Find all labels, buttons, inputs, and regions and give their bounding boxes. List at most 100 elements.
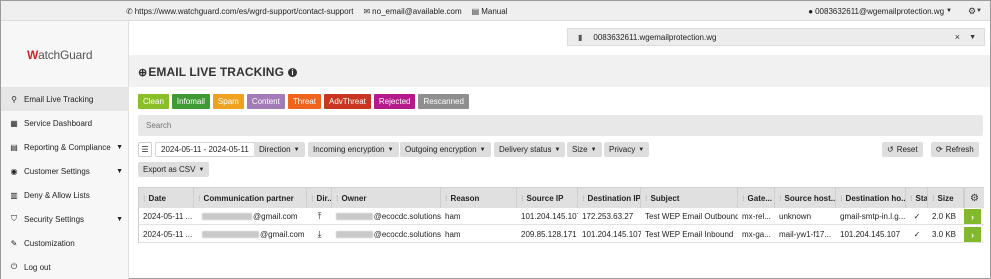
sidebar-item-reporting-compliance[interactable]: ▤ Reporting & Compliance ▼ [1, 135, 129, 159]
filter-rejected[interactable]: Rejected [373, 94, 416, 109]
cell-partner: @gmail.com [194, 226, 307, 243]
search-icon: ⊕ [138, 66, 148, 79]
refresh-button[interactable]: ⟳ Refresh [931, 142, 979, 157]
sidebar-item-label: Customization [24, 238, 75, 248]
filter-rescanned[interactable]: Rescanned [418, 94, 469, 109]
drag-handle-icon[interactable]: ⁝ [932, 194, 935, 203]
caret-down-icon: ▼ [198, 166, 205, 173]
user-icon: ▮ [578, 32, 583, 42]
drag-handle-icon[interactable]: ⁝ [779, 194, 782, 203]
direction-dropdown[interactable]: Direction ▼ [254, 142, 305, 157]
column-header-1[interactable]: ⁝ Communication partner [194, 188, 307, 209]
column-header-5[interactable]: ⁝ Source IP [517, 188, 578, 209]
clear-icon[interactable]: × [955, 32, 960, 42]
cell-source-ip: 101.204.145.107 [521, 212, 578, 221]
download-icon: ⤓ [317, 229, 322, 239]
drag-handle-icon[interactable]: ⁝ [840, 194, 843, 203]
info-icon[interactable]: i [288, 67, 298, 77]
column-header-0[interactable]: ⁝ Date [139, 188, 194, 209]
cell-subject: Test WEP Email Inbound [645, 230, 734, 239]
redacted-text [202, 231, 259, 238]
drag-handle-icon[interactable]: ⁝ [521, 194, 524, 203]
column-header-6[interactable]: ⁝ Destination IP [578, 188, 641, 209]
size-dropdown[interactable]: Size ▼ [567, 142, 602, 157]
gear-icon[interactable]: ⚙ [968, 6, 976, 17]
cell-source-host: unknown [779, 212, 812, 221]
email-link[interactable]: ✉ no_email@available.com [363, 7, 461, 16]
envelope-icon: ✉ [363, 6, 371, 16]
list-view-button[interactable]: ☰ [138, 142, 152, 157]
sidebar-item-customer-settings[interactable]: ◉ Customer Settings ▼ [1, 159, 129, 183]
sidebar: WatchGuard ⚲ Email Live Tracking ▦ Service … [1, 21, 129, 279]
column-header-3[interactable]: ⁝ Owner [332, 188, 441, 209]
caret-down-icon: ▼ [590, 146, 597, 153]
row-open-button[interactable]: › [964, 227, 981, 242]
incoming-encryption-dropdown[interactable]: Incoming encryption ▼ [308, 142, 399, 157]
column-header-10[interactable]: ⁝ Destination ho... [836, 188, 906, 209]
redacted-text [202, 213, 252, 220]
column-header-12[interactable]: ⁝ Size [928, 188, 964, 209]
shield-icon: ⛉ [11, 214, 17, 223]
table-row[interactable]: 2024-05-11 ... @gmail.com ⤒ @ecocdc.solutio… [139, 208, 984, 225]
date-range-picker[interactable]: 2024-05-11 - 2024-05-11 [155, 142, 255, 157]
tenant-selector[interactable]: ▮ 0083632611.wgemailprotection.wg × ▼ [567, 28, 985, 46]
caret-down-icon: ▼ [638, 146, 645, 153]
column-settings-button[interactable]: ⚙ [964, 188, 984, 209]
chevron-down-icon[interactable]: ▼ [969, 34, 976, 41]
outgoing-encryption-dropdown[interactable]: Outgoing encryption ▼ [400, 142, 491, 157]
chevron-down-icon: ▼ [976, 8, 982, 14]
column-header-4[interactable]: ⁝ Reason [441, 188, 517, 209]
reporting-icon: ▤ [10, 142, 18, 152]
search-icon: ⚲ [11, 94, 17, 104]
sidebar-item-log-out[interactable]: ⏻ Log out [1, 255, 129, 279]
sidebar-item-security-settings[interactable]: ⛉ Security Settings ▼ [1, 207, 129, 231]
row-open-button[interactable]: › [964, 209, 981, 224]
column-header-11[interactable]: ⁝Sta... [906, 188, 928, 209]
cell-owner: @ecocdc.solutions [332, 208, 441, 225]
filter-spam[interactable]: Spam [212, 94, 244, 109]
filter-infomail[interactable]: Infomail [171, 94, 210, 109]
sidebar-item-service-dashboard[interactable]: ▦ Service Dashboard [1, 111, 129, 135]
sidebar-item-customization[interactable]: ✎ Customization [1, 231, 129, 255]
cell-dest-ip: 101.204.145.107 [582, 230, 641, 239]
drag-handle-icon[interactable]: ⁝ [910, 194, 913, 203]
sidebar-item-deny-allow-lists[interactable]: ▥ Deny & Allow Lists [1, 183, 129, 207]
reset-button[interactable]: ↺ Reset [882, 142, 923, 157]
drag-handle-icon[interactable]: ⁝ [143, 194, 146, 203]
top-bar: ✆ https://www.watchguard.com/es/wgrd-supp… [1, 1, 990, 21]
cell-owner: @ecocdc.solutions [332, 226, 441, 243]
search-input[interactable] [138, 115, 983, 136]
support-link[interactable]: ✆ https://www.watchguard.com/es/wgrd-supp… [126, 7, 353, 16]
table-row[interactable]: 2024-05-11 ... @gmail.com ⤓ @ecocdc.solutio… [139, 226, 984, 243]
drag-handle-icon[interactable]: ⁝ [582, 194, 585, 203]
column-header-2[interactable]: ⁝Dir... [307, 188, 332, 209]
settings-menu[interactable]: ⚙ ▼ [968, 1, 982, 21]
sidebar-item-label: Security Settings [24, 214, 85, 224]
column-header-9[interactable]: ⁝ Source host... [775, 188, 836, 209]
filter-content[interactable]: Content [246, 94, 285, 109]
sidebar-item-email-live-tracking[interactable]: ⚲ Email Live Tracking [1, 87, 129, 111]
sidebar-item-label: Reporting & Compliance [24, 142, 111, 152]
drag-handle-icon[interactable]: ⁝ [645, 194, 648, 203]
caret-down-icon: ▼ [387, 146, 394, 153]
drag-handle-icon[interactable]: ⁝ [742, 194, 745, 203]
column-header-8[interactable]: ⁝ Gate... [738, 188, 775, 209]
delivery-status-dropdown[interactable]: Delivery status ▼ [494, 142, 566, 157]
privacy-dropdown[interactable]: Privacy ▼ [604, 142, 650, 157]
caret-down-icon: ▼ [554, 146, 561, 153]
drag-handle-icon[interactable]: ⁝ [336, 194, 339, 203]
filter-advthreat[interactable]: AdvThreat [323, 94, 371, 109]
cell-gateway: mx-ga... [742, 230, 771, 239]
user-icon: ● [808, 6, 814, 16]
manual-link[interactable]: ▤ Manual [472, 7, 508, 16]
filter-clean[interactable]: Clean [138, 94, 169, 109]
user-menu[interactable]: ● 0083632611@wgemailprotection.wg ▼ [808, 1, 952, 21]
filter-threat[interactable]: Threat [287, 94, 321, 109]
drag-handle-icon[interactable]: ⁝ [198, 194, 201, 203]
drag-handle-icon[interactable]: ⁝ [311, 194, 314, 203]
column-header-7[interactable]: ⁝ Subject [641, 188, 738, 209]
export-csv-button[interactable]: Export as CSV ▼ [138, 162, 210, 177]
phone-icon: ✆ [126, 6, 133, 16]
drag-handle-icon[interactable]: ⁝ [445, 194, 448, 203]
redacted-text [336, 231, 373, 238]
